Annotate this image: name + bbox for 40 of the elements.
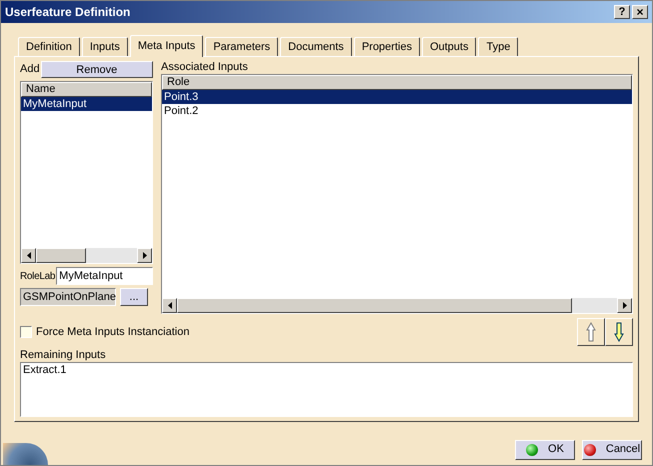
help-button[interactable]: ? — [614, 5, 630, 19]
dialog-button[interactable]: Cancel — [582, 440, 642, 460]
horizontal-scrollbar[interactable] — [162, 298, 632, 313]
list-item[interactable]: Extract.1 — [23, 363, 632, 377]
move-down-button[interactable] — [605, 318, 633, 346]
column-header: Name — [21, 82, 152, 97]
tab[interactable]: Documents — [280, 37, 352, 56]
dialog-button[interactable]: OK — [515, 440, 575, 460]
remove-button[interactable]: Remove — [40, 61, 153, 78]
horizontal-scrollbar[interactable] — [21, 248, 152, 263]
role-label: RoleLab — [20, 270, 56, 284]
up-arrow-icon — [586, 322, 596, 342]
tab[interactable]: Inputs — [82, 37, 128, 56]
remaining-inputs-label: Remaining Inputs — [20, 349, 107, 362]
close-button[interactable]: × — [632, 5, 648, 19]
list-item[interactable]: MyMetaInput — [21, 97, 152, 111]
left-arrow-icon — [26, 252, 30, 259]
right-arrow-icon — [622, 302, 626, 309]
role-input-field[interactable]: MyMetaInput — [56, 267, 153, 285]
right-arrow-icon — [142, 252, 146, 259]
tab[interactable]: Type — [478, 37, 518, 56]
add-label: Add — [20, 62, 40, 78]
tab[interactable]: Parameters — [205, 37, 278, 56]
left-arrow-icon — [168, 302, 172, 309]
tab[interactable]: Properties — [354, 37, 420, 56]
tab[interactable]: Definition — [18, 37, 80, 56]
column-header: Role — [162, 75, 632, 90]
list-row[interactable]: Point.2 — [162, 104, 632, 118]
associated-inputs-label: Associated Inputs — [161, 61, 249, 74]
browse-button[interactable]: ... — [120, 288, 148, 306]
list-row[interactable]: Point.3 — [162, 90, 632, 104]
window-title: Userfeature Definition — [5, 4, 132, 21]
move-up-button[interactable] — [577, 318, 605, 346]
checkbox[interactable] — [20, 326, 32, 338]
down-arrow-icon — [614, 322, 624, 342]
checkbox-label: Force Meta Inputs Instanciation — [36, 324, 190, 340]
type-field: GSMPointOnPlane — [20, 288, 116, 306]
tab[interactable]: Outputs — [422, 37, 476, 56]
globe-drawing — [3, 443, 48, 465]
tab[interactable]: Meta Inputs — [130, 35, 204, 57]
